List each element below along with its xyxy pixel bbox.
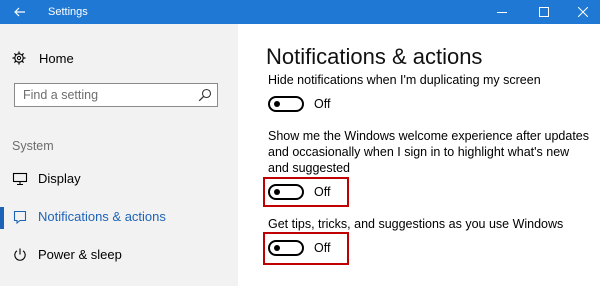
toggle-state-label: Off	[314, 241, 331, 255]
maximize-icon	[539, 7, 549, 17]
back-arrow-icon	[14, 7, 25, 17]
back-button[interactable]	[0, 0, 40, 24]
notification-icon	[13, 210, 27, 225]
sidebar-item-notifications[interactable]: Notifications & actions	[0, 202, 238, 232]
monitor-icon	[12, 172, 28, 186]
minimize-button[interactable]	[482, 0, 522, 24]
search-placeholder: Find a setting	[23, 88, 99, 102]
minimize-icon	[497, 12, 507, 13]
toggle-switch[interactable]	[268, 96, 304, 112]
toggle-knob	[274, 245, 280, 251]
sidebar-item-label: Power & sleep	[38, 247, 122, 262]
main-content: Notifications & actions Hide notificatio…	[238, 24, 600, 286]
home-label: Home	[39, 50, 74, 66]
setting-description: Show me the Windows welcome experience a…	[268, 129, 589, 175]
sidebar-item-label: Notifications & actions	[38, 209, 166, 224]
power-icon	[14, 248, 26, 261]
toggle-knob	[274, 189, 280, 195]
selection-indicator	[0, 207, 4, 229]
home-link[interactable]: Home	[12, 48, 74, 68]
page-title: Notifications & actions	[266, 44, 483, 69]
sidebar-item-display[interactable]: Display	[0, 164, 238, 194]
title-bar: Settings	[0, 0, 600, 24]
toggle-row: Off	[268, 96, 330, 112]
sidebar-item-label: Display	[38, 171, 81, 186]
toggle-state-label: Off	[314, 97, 331, 111]
toggle-switch[interactable]	[268, 184, 304, 200]
setting-description: Hide notifications when I'm duplicating …	[268, 73, 541, 87]
gear-icon	[12, 51, 26, 65]
setting-description: Get tips, tricks, and suggestions as you…	[268, 217, 564, 231]
window-title: Settings	[48, 6, 88, 18]
toggle-row: Off	[268, 184, 330, 200]
close-button[interactable]	[563, 0, 600, 24]
search-input[interactable]: Find a setting	[14, 83, 218, 107]
sidebar-item-power-sleep[interactable]: Power & sleep	[0, 240, 238, 270]
sidebar: Home Find a setting System Display Notif…	[0, 24, 238, 286]
toggle-switch[interactable]	[268, 240, 304, 256]
section-label-system: System	[12, 139, 54, 153]
toggle-state-label: Off	[314, 185, 331, 199]
search-icon[interactable]	[198, 88, 212, 102]
maximize-button[interactable]	[524, 0, 564, 24]
toggle-row: Off	[268, 240, 330, 256]
close-icon	[578, 7, 588, 17]
toggle-knob	[274, 101, 280, 107]
